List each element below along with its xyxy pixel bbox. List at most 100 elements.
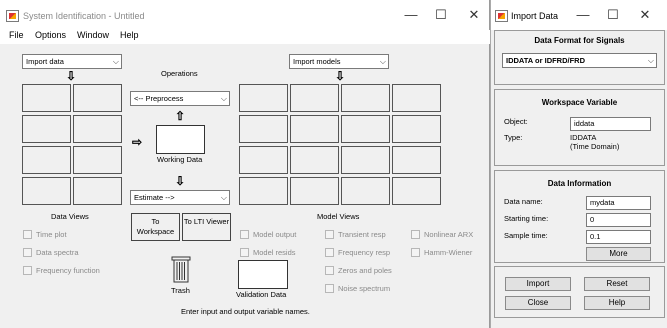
nonlinear-arx-checkbox[interactable] xyxy=(411,230,420,239)
hamm-wiener-label: Hamm-Wiener xyxy=(424,248,473,257)
model-slot[interactable] xyxy=(290,84,339,112)
zeros-and-poles-checkbox[interactable] xyxy=(325,266,334,275)
maximize-icon[interactable]: ☐ xyxy=(605,8,621,22)
maximize-icon[interactable]: ☐ xyxy=(433,8,449,22)
dialog-buttons-panel: Import Reset Close Help xyxy=(494,266,665,318)
chevron-down-icon: ⌵ xyxy=(647,56,654,65)
data-slot[interactable] xyxy=(73,84,122,112)
model-slot[interactable] xyxy=(341,115,390,143)
model-slot[interactable] xyxy=(239,84,288,112)
type-value-line2: (Time Domain) xyxy=(570,142,620,151)
model-slot[interactable] xyxy=(341,146,390,174)
main-titlebar: System Identification - Untitled — ☐ ✕ xyxy=(0,0,489,30)
model-slot[interactable] xyxy=(341,177,390,205)
system-identification-window: System Identification - Untitled — ☐ ✕ F… xyxy=(0,0,490,328)
close-button[interactable]: Close xyxy=(505,296,571,310)
hamm-wiener-checkbox[interactable] xyxy=(411,248,420,257)
menu-options[interactable]: Options xyxy=(35,30,66,40)
menubar: File Options Window Help xyxy=(0,30,490,44)
help-button[interactable]: Help xyxy=(584,296,650,310)
model-slot[interactable] xyxy=(392,84,441,112)
import-data-combo[interactable]: Import data ⌵ xyxy=(22,54,122,69)
model-output-label: Model output xyxy=(253,230,297,239)
arrow-down-icon: ⇩ xyxy=(335,69,346,83)
more-button[interactable]: More xyxy=(586,247,651,261)
workspace-variable-title: Workspace Variable xyxy=(541,98,618,107)
model-resids-label: Model resids xyxy=(253,248,296,257)
transient-resp-checkbox[interactable] xyxy=(325,230,334,239)
model-slot[interactable] xyxy=(239,146,288,174)
data-slot[interactable] xyxy=(22,177,71,205)
object-input[interactable]: iddata xyxy=(570,117,651,131)
validation-data-slot[interactable] xyxy=(238,260,288,289)
frequency-function-checkbox[interactable] xyxy=(23,266,32,275)
minimize-icon[interactable]: — xyxy=(403,8,419,22)
data-format-panel: Data Format for Signals IDDATA or IDFRD/… xyxy=(494,30,665,85)
matlab-app-icon xyxy=(6,10,19,22)
chevron-down-icon: ⌵ xyxy=(220,193,227,202)
preprocess-combo-label: <-- Preprocess xyxy=(134,94,184,103)
estimate-combo-label: Estimate --> xyxy=(134,193,175,202)
model-slot[interactable] xyxy=(290,177,339,205)
to-workspace-button[interactable]: To Workspace xyxy=(131,213,180,241)
data-slot[interactable] xyxy=(22,115,71,143)
dialog-titlebar: Import Data — ☐ ✕ xyxy=(491,0,667,30)
model-views-label: Model Views xyxy=(317,212,360,221)
estimate-combo[interactable]: Estimate --> ⌵ xyxy=(130,190,230,205)
close-button-label: Close xyxy=(527,298,549,307)
close-icon[interactable]: ✕ xyxy=(466,8,482,22)
working-data-slot[interactable] xyxy=(156,125,205,154)
data-format-value: IDDATA or IDFRD/FRD xyxy=(506,56,586,65)
model-slot[interactable] xyxy=(392,177,441,205)
preprocess-combo[interactable]: <-- Preprocess ⌵ xyxy=(130,91,230,106)
workspace-variable-panel: Workspace Variable Object: iddata Type: … xyxy=(494,89,665,166)
model-slot[interactable] xyxy=(290,115,339,143)
close-icon[interactable]: ✕ xyxy=(637,8,653,22)
chevron-down-icon: ⌵ xyxy=(379,57,386,66)
arrow-up-icon: ⇧ xyxy=(175,109,186,123)
operations-label: Operations xyxy=(161,69,198,78)
frequency-function-label: Frequency function xyxy=(36,266,100,275)
chevron-down-icon: ⌵ xyxy=(112,57,119,66)
reset-button[interactable]: Reset xyxy=(584,277,650,291)
arrow-down-icon: ⇩ xyxy=(66,69,77,83)
data-slot[interactable] xyxy=(73,115,122,143)
model-slot[interactable] xyxy=(239,115,288,143)
menu-window[interactable]: Window xyxy=(77,30,109,40)
status-text: Enter input and output variable names. xyxy=(181,307,310,316)
model-slot[interactable] xyxy=(341,84,390,112)
starting-time-input[interactable]: 0 xyxy=(586,213,651,227)
frequency-resp-label: Frequency resp xyxy=(338,248,391,257)
transient-resp-label: Transient resp xyxy=(338,230,386,239)
minimize-icon[interactable]: — xyxy=(575,8,591,22)
sample-time-input[interactable]: 0.1 xyxy=(586,230,651,244)
data-slot[interactable] xyxy=(22,84,71,112)
menu-help[interactable]: Help xyxy=(120,30,139,40)
trash-icon[interactable] xyxy=(171,256,191,283)
sample-time-label: Sample time: xyxy=(504,231,548,240)
model-resids-checkbox[interactable] xyxy=(240,248,249,257)
noise-spectrum-label: Noise spectrum xyxy=(338,284,391,293)
frequency-resp-checkbox[interactable] xyxy=(325,248,334,257)
time-plot-label: Time plot xyxy=(36,230,67,239)
import-button[interactable]: Import xyxy=(505,277,571,291)
data-format-combo[interactable]: IDDATA or IDFRD/FRD ⌵ xyxy=(502,53,657,68)
time-plot-checkbox[interactable] xyxy=(23,230,32,239)
import-models-combo[interactable]: Import models ⌵ xyxy=(289,54,389,69)
noise-spectrum-checkbox[interactable] xyxy=(325,284,334,293)
to-lti-viewer-button[interactable]: To LTI Viewer xyxy=(182,213,231,241)
data-slot[interactable] xyxy=(73,146,122,174)
trash-label: Trash xyxy=(171,286,190,295)
menu-file[interactable]: File xyxy=(9,30,24,40)
data-spectra-checkbox[interactable] xyxy=(23,248,32,257)
data-name-input[interactable]: mydata xyxy=(586,196,651,210)
model-slot[interactable] xyxy=(392,146,441,174)
model-slot[interactable] xyxy=(392,115,441,143)
data-slot[interactable] xyxy=(73,177,122,205)
help-button-label: Help xyxy=(608,298,626,307)
import-data-dialog: Import Data — ☐ ✕ Data Format for Signal… xyxy=(490,0,667,328)
model-output-checkbox[interactable] xyxy=(240,230,249,239)
model-slot[interactable] xyxy=(239,177,288,205)
data-slot[interactable] xyxy=(22,146,71,174)
model-slot[interactable] xyxy=(290,146,339,174)
